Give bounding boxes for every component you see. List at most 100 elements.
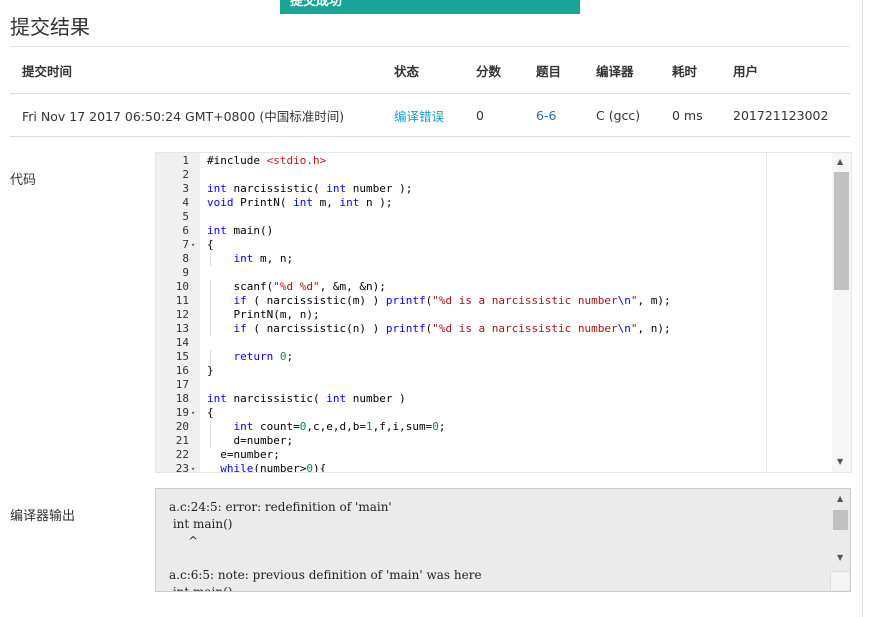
table-header-row: 提交时间 状态 分数 题目 编译器 耗时 用户 [10, 47, 850, 94]
code-editor[interactable]: 1 #include <stdio.h> 2 3 int narcissistic( i… [155, 152, 852, 473]
cell-time: Fri Nov 17 2017 06:50:24 GMT+0800 (中国标准时… [10, 93, 382, 137]
code-text: int main() [207, 224, 274, 237]
compiler-output-box[interactable]: a.c:24:5: error: redefinition of 'main' … [155, 488, 851, 592]
code-text: if ( narcissistic(m) ) printf("%d is a n… [233, 294, 671, 307]
code-text: int narcissistic( int number ) [207, 392, 406, 405]
line-number: 7 [182, 238, 189, 251]
code-text: { [207, 238, 214, 251]
code-text: int count=0,c,e,d,b=1,f,i,sum=0; [233, 420, 446, 433]
code-text: { [207, 406, 214, 419]
code-line: 15 return 0; [156, 350, 851, 364]
code-line: 3 int narcissistic( int number ); [156, 182, 851, 196]
cell-duration: 0 ms [660, 93, 721, 137]
cell-score: 0 [464, 93, 524, 137]
line-number: 11 [175, 294, 189, 307]
col-header-score: 分数 [464, 47, 524, 94]
code-line: 12 PrintN(m, n); [156, 308, 851, 322]
status-link[interactable]: 编译错误 [382, 93, 464, 137]
page-title: 提交结果 [10, 15, 90, 39]
line-number: 14 [175, 336, 189, 349]
col-header-compiler: 编译器 [584, 47, 660, 94]
col-header-problem: 题目 [524, 47, 584, 94]
code-scroll-thumb[interactable] [834, 172, 849, 290]
line-number: 3 [182, 182, 189, 195]
cell-user: 201721123002 [721, 93, 850, 137]
code-line: 17 [156, 378, 851, 392]
line-number: 5 [182, 210, 189, 223]
code-scrollbar[interactable]: ▲ ▼ [832, 153, 851, 472]
fold-toggle-icon[interactable]: ▾ [191, 462, 195, 472]
line-number: 1 [182, 154, 189, 167]
code-lines: 1 #include <stdio.h> 2 3 int narcissistic( i… [156, 153, 851, 473]
output-scrollbar[interactable]: ▲ ▼ [831, 489, 850, 573]
code-line: 5 [156, 210, 851, 224]
col-header-duration: 耗时 [660, 47, 721, 94]
code-text: } [207, 364, 214, 377]
line-number: 9 [182, 266, 189, 279]
code-text: d=number; [233, 434, 294, 447]
code-text: int narcissistic( int number ); [207, 182, 413, 195]
page-divider [862, 0, 863, 617]
code-text: PrintN(m, n); [233, 308, 320, 321]
code-label: 代码 [10, 173, 37, 188]
code-line: 10 scanf("%d %d", &m, &n); [156, 280, 851, 294]
line-number: 12 [175, 308, 189, 321]
code-line: 22 e=number; [156, 448, 851, 462]
problem-text[interactable]: 6-6 [536, 108, 556, 123]
line-number: 15 [175, 350, 189, 363]
code-line: 4 void PrintN( int m, int n ); [156, 196, 851, 210]
status-text[interactable]: 编译错误 [394, 109, 444, 124]
toast-text: 提交成功 [290, 0, 343, 9]
code-line: 23 ▾ while(number>0){ [156, 462, 851, 473]
code-line: 2 [156, 168, 851, 182]
line-number: 17 [175, 378, 189, 391]
code-line: 9 [156, 266, 851, 280]
submission-table: 提交时间 状态 分数 题目 编译器 耗时 用户 Fri Nov 17 2017 … [10, 47, 850, 137]
problem-link[interactable]: 6-6 [524, 93, 584, 137]
line-number: 19 [175, 406, 189, 419]
code-line: 19 ▾ { [156, 406, 851, 420]
resize-handle-icon[interactable] [830, 571, 849, 590]
code-line: 1 #include <stdio.h> [156, 154, 851, 168]
compiler-output-label: 编译器输出 [10, 509, 76, 524]
code-line: 13 if ( narcissistic(n) ) printf("%d is … [156, 322, 851, 336]
output-scroll-down-icon[interactable]: ▼ [837, 553, 843, 562]
code-line: 8 int m, n; [156, 252, 851, 266]
line-number: 18 [175, 392, 189, 405]
col-header-time: 提交时间 [10, 47, 382, 94]
code-text: scanf("%d %d", &m, &n); [233, 280, 386, 293]
line-number: 23 [175, 462, 189, 473]
col-header-user: 用户 [721, 47, 850, 94]
code-line: 16} [156, 364, 851, 378]
table-row: Fri Nov 17 2017 06:50:24 GMT+0800 (中国标准时… [10, 93, 850, 137]
code-line: 11 if ( narcissistic(m) ) printf("%d is … [156, 294, 851, 308]
code-text: return 0; [233, 350, 294, 363]
scroll-down-icon[interactable]: ▼ [837, 457, 843, 466]
fold-toggle-icon[interactable]: ▾ [191, 238, 195, 252]
line-number: 21 [175, 434, 189, 447]
line-number: 2 [182, 168, 189, 181]
code-line: 21 d=number; [156, 434, 851, 448]
line-number: 22 [175, 448, 189, 461]
code-line: 20 int count=0,c,e,d,b=1,f,i,sum=0; [156, 420, 851, 434]
cell-compiler: C (gcc) [584, 93, 660, 137]
line-number: 16 [175, 364, 189, 377]
line-number: 20 [175, 420, 189, 433]
output-scroll-thumb[interactable] [833, 510, 848, 530]
code-text: #include <stdio.h> [207, 154, 327, 167]
scroll-up-icon[interactable]: ▲ [837, 157, 843, 166]
line-number: 4 [182, 196, 189, 209]
code-text: int m, n; [233, 252, 294, 265]
success-toast: 提交成功 [280, 0, 580, 14]
code-line: 18 int narcissistic( int number ) [156, 392, 851, 406]
code-text: void PrintN( int m, int n ); [207, 196, 393, 209]
compiler-output-text: a.c:24:5: error: redefinition of 'main' … [169, 500, 482, 592]
line-number: 10 [175, 280, 189, 293]
code-line: 14 [156, 336, 851, 350]
output-scroll-up-icon[interactable]: ▲ [837, 494, 843, 503]
fold-toggle-icon[interactable]: ▾ [191, 406, 195, 420]
line-number: 8 [182, 252, 189, 265]
code-text: e=number; [207, 448, 280, 461]
code-line: 7 ▾ { [156, 238, 851, 252]
code-text: while(number>0){ [220, 462, 327, 473]
